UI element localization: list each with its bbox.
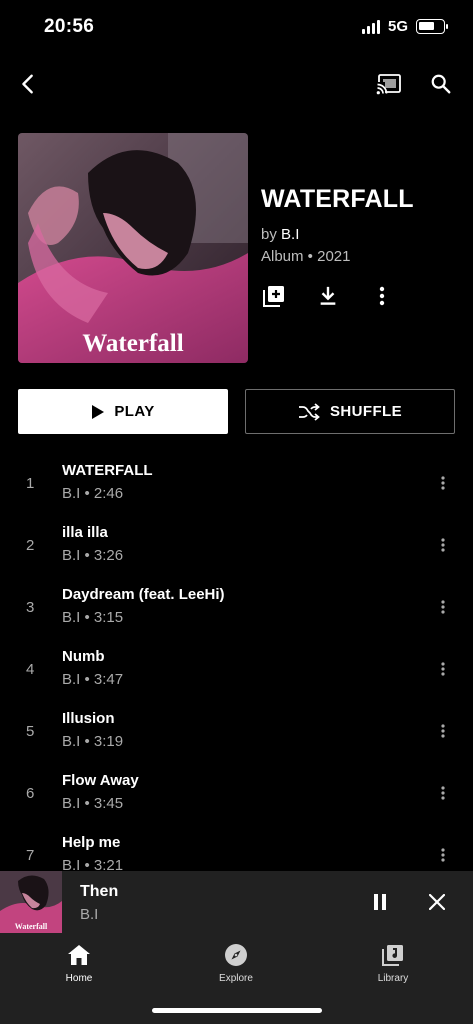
play-button[interactable]: PLAY [18,389,228,434]
add-to-library-button[interactable] [261,283,287,309]
library-add-icon [263,286,284,307]
track-title: Numb [62,648,105,665]
shuffle-button[interactable]: SHUFFLE [245,389,455,434]
track-title: Help me [62,834,121,851]
nav-library[interactable]: Library [348,941,438,984]
track-number: 7 [26,847,35,864]
more-vert-icon [441,786,445,800]
track-more-button[interactable] [435,535,451,555]
album-artist-link[interactable]: B.I [281,226,299,243]
battery-icon [416,19,448,34]
track-row[interactable]: 2 illa illa B.I • 3:26 [0,513,473,575]
nav-home-label: Home [65,973,93,984]
album-art-caption: Waterfall [82,330,183,357]
track-title: illa illa [62,524,108,541]
playback-buttons: PLAY SHUFFLE [18,389,455,434]
shuffle-icon [299,402,320,421]
nav-explore-label: Explore [219,973,253,984]
mini-player-title: Then [80,883,119,900]
track-subtitle: B.I • 3:45 [62,795,124,812]
track-subtitle: B.I • 3:19 [62,733,124,750]
mini-player-artist: B.I [80,906,99,923]
track-number: 2 [26,537,35,554]
track-subtitle: B.I • 3:15 [62,609,124,626]
track-subtitle: B.I • 3:26 [62,547,124,564]
track-title: Daydream (feat. LeeHi) [62,586,225,603]
album-header: Waterfall WATERFALL by B.I Album • 2021 [18,133,455,363]
nav-library-label: Library [377,973,409,984]
play-label: PLAY [114,403,155,420]
chevron-left-icon [22,74,33,94]
download-button[interactable] [315,283,341,309]
top-bar [0,60,473,108]
pause-icon [374,894,386,910]
track-number: 3 [26,599,35,616]
track-row[interactable]: 6 Flow Away B.I • 3:45 [0,761,473,823]
status-bar: 20:56 5G [0,0,473,54]
album-title: WATERFALL [261,185,414,213]
status-indicators: 5G [361,18,448,35]
track-more-button[interactable] [435,721,451,741]
album-meta: Album • 2021 [261,248,351,265]
pause-button[interactable] [366,888,394,916]
search-icon [431,74,451,94]
mini-player[interactable]: Waterfall Then B.I [0,871,473,933]
home-indicator [152,1008,322,1013]
track-number: 1 [26,475,35,492]
album-info: WATERFALL by B.I Album • 2021 [261,185,461,309]
more-vert-icon [441,848,445,862]
track-row[interactable]: 5 Illusion B.I • 3:19 [0,699,473,761]
mini-player-art: Waterfall [0,871,62,933]
mini-art-image: Waterfall [0,871,62,933]
album-more-button[interactable] [369,283,395,309]
cast-button[interactable] [375,70,403,98]
track-more-button[interactable] [435,597,451,617]
compass-icon [222,941,250,969]
track-subtitle: B.I • 2:46 [62,485,124,502]
back-button[interactable] [14,70,42,98]
download-icon [320,286,336,305]
track-row[interactable]: 4 Numb B.I • 3:47 [0,637,473,699]
nav-explore[interactable]: Explore [191,941,281,984]
track-more-button[interactable] [435,845,451,865]
nav-home[interactable]: Home [34,941,124,984]
track-row[interactable]: 3 Daydream (feat. LeeHi) B.I • 3:15 [0,575,473,637]
album-actions [261,283,461,309]
track-more-button[interactable] [435,473,451,493]
track-number: 6 [26,785,35,802]
track-list: 1 WATERFALL B.I • 2:46 2 illa illa B.I •… [0,451,473,885]
close-icon [429,894,445,910]
home-icon [65,941,93,969]
shuffle-label: SHUFFLE [330,403,402,420]
album-art: Waterfall [18,133,248,363]
network-label: 5G [387,18,408,35]
more-vert-icon [379,286,385,306]
more-vert-icon [441,662,445,676]
track-title: Flow Away [62,772,139,789]
search-button[interactable] [427,70,455,98]
close-player-button[interactable] [423,888,451,916]
library-music-icon [379,941,407,969]
signal-icon [361,19,380,34]
track-subtitle: B.I • 3:47 [62,671,124,688]
album-byline: by B.I [261,226,461,243]
status-time: 20:56 [44,16,95,37]
track-more-button[interactable] [435,659,451,679]
play-icon [92,404,105,419]
more-vert-icon [441,538,445,552]
more-vert-icon [441,476,445,490]
track-more-button[interactable] [435,783,451,803]
cast-icon [376,74,401,95]
album-art-image: Waterfall [18,133,248,363]
track-title: WATERFALL [62,462,153,479]
track-number: 5 [26,723,35,740]
track-number: 4 [26,661,35,678]
more-vert-icon [441,600,445,614]
album-by-prefix: by [261,226,277,243]
track-title: Illusion [62,710,115,727]
more-vert-icon [441,724,445,738]
mini-art-caption: Waterfall [15,922,48,931]
track-row[interactable]: 1 WATERFALL B.I • 2:46 [0,451,473,513]
